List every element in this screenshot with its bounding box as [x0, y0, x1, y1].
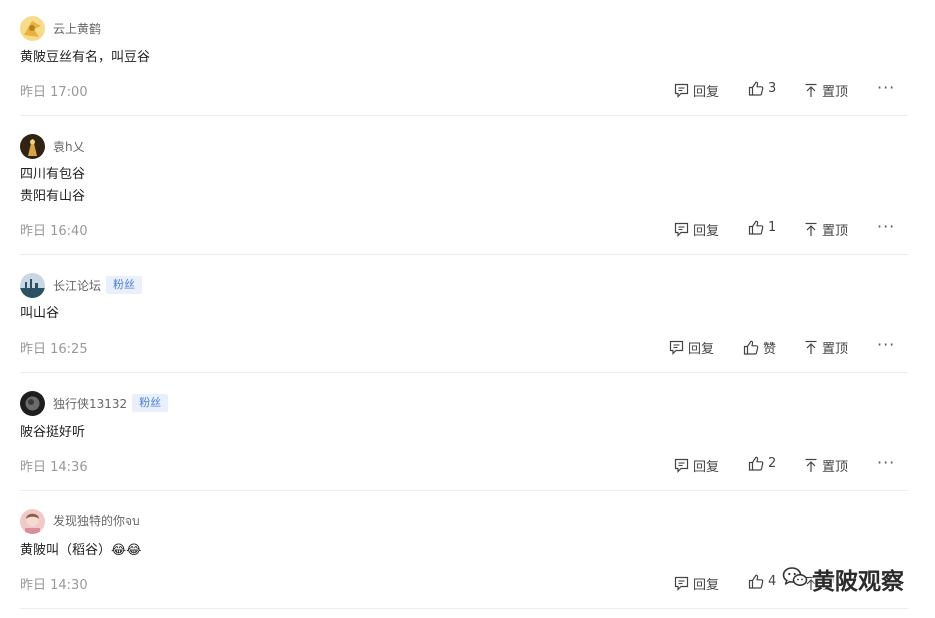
more-options-button[interactable]: ··· — [877, 337, 895, 353]
comment-text: 黄陂叫（稻谷）😂😂 — [20, 543, 142, 558]
more-options-button[interactable]: ··· — [877, 455, 895, 471]
comment-icon — [674, 222, 693, 237]
thumbs-up-icon — [748, 574, 768, 589]
like-button[interactable]: 赞 — [743, 338, 776, 357]
like-button[interactable]: 3 — [748, 81, 776, 96]
pin-label: 置顶 — [822, 460, 849, 475]
reply-label: 回复 — [693, 85, 720, 100]
pin-top-icon — [804, 458, 822, 473]
divider — [20, 372, 908, 373]
reply-button[interactable]: 回复 — [674, 574, 719, 593]
more-options-button[interactable]: ··· — [877, 219, 895, 235]
pin-button[interactable]: 置顶 — [804, 220, 848, 239]
pin-label: 置顶 — [822, 342, 849, 357]
reply-button[interactable]: 回复 — [674, 81, 719, 100]
avatar[interactable] — [20, 390, 45, 416]
username[interactable]: 云上黄鹤 — [53, 20, 101, 37]
avatar[interactable] — [20, 508, 45, 534]
comment-text: 黄陂豆丝有名，叫豆谷 — [20, 50, 151, 65]
more-options-button[interactable]: ··· — [877, 80, 895, 96]
thumbs-up-icon — [743, 340, 763, 355]
like-count: 3 — [768, 81, 777, 96]
username[interactable]: 独行侠13132 — [53, 395, 127, 412]
comment-header: 独行侠13132 粉丝 — [20, 390, 169, 416]
username[interactable]: 长江论坛 — [53, 277, 101, 294]
divider — [20, 608, 908, 609]
username[interactable]: 袁h乂 — [53, 138, 85, 155]
reply-button[interactable]: 回复 — [674, 456, 719, 475]
comment-time: 昨日 14:30 — [20, 578, 88, 593]
comment-time: 昨日 14:36 — [20, 460, 88, 475]
comment-header: 长江论坛 粉丝 — [20, 272, 143, 298]
comment-icon — [669, 340, 688, 355]
like-count: 1 — [768, 220, 777, 235]
reply-label: 回复 — [693, 460, 720, 475]
like-button[interactable]: 2 — [748, 456, 776, 471]
avatar[interactable] — [20, 15, 45, 41]
comment-icon — [674, 576, 693, 591]
like-button[interactable]: 1 — [748, 220, 776, 235]
username[interactable]: 发现独特的你จบ — [53, 512, 140, 531]
comment-icon — [674, 83, 693, 98]
pin-top-icon — [804, 222, 822, 237]
comment-time: 昨日 16:40 — [20, 224, 88, 239]
reply-label: 回复 — [693, 224, 720, 239]
reply-button[interactable]: 回复 — [669, 338, 714, 357]
like-button[interactable]: 4 — [748, 574, 776, 589]
pin-button[interactable]: 置顶 — [804, 338, 848, 357]
divider — [20, 254, 908, 255]
comment-text: 四川有包谷 — [20, 167, 86, 182]
avatar[interactable] — [20, 272, 45, 298]
like-count: 4 — [768, 574, 777, 589]
divider — [20, 490, 908, 491]
thumbs-up-icon — [748, 81, 768, 96]
pin-top-icon — [804, 340, 822, 355]
thumbs-up-icon — [748, 456, 768, 471]
like-label: 赞 — [763, 342, 777, 357]
comment-header: 袁h乂 — [20, 133, 85, 159]
comment-header: 云上黄鹤 — [20, 15, 101, 41]
comment-text: 贵阳有山谷 — [20, 189, 86, 204]
pin-button[interactable]: 置顶 — [804, 456, 848, 475]
avatar[interactable] — [20, 133, 45, 159]
fan-badge: 粉丝 — [132, 394, 169, 412]
reply-label: 回复 — [693, 578, 720, 593]
divider — [20, 115, 908, 116]
wechat-icon — [782, 566, 808, 592]
watermark-text: 黄陂观察 — [812, 568, 904, 595]
reply-label: 回复 — [688, 342, 715, 357]
comment-time: 昨日 17:00 — [20, 85, 88, 100]
comment-item: 独行侠13132 粉丝 陂谷挺好听 昨日 14:36 回复 2 置顶 ··· — [20, 390, 908, 490]
comment-time: 昨日 16:25 — [20, 342, 88, 357]
pin-top-icon — [804, 83, 822, 98]
comment-item: 发现独特的你จบ 黄陂叫（稻谷）😂😂 昨日 14:30 回复 4 置顶 ··· — [20, 508, 908, 608]
pin-label: 置顶 — [822, 85, 849, 100]
comment-item: 袁h乂 四川有包谷 贵阳有山谷 昨日 16:40 回复 1 置顶 ··· — [20, 133, 908, 253]
comment-item: 长江论坛 粉丝 叫山谷 昨日 16:25 回复 赞 置顶 ··· — [20, 272, 908, 372]
comment-icon — [674, 458, 693, 473]
pin-button[interactable]: 置顶 — [804, 81, 848, 100]
thumbs-up-icon — [748, 220, 768, 235]
like-count: 2 — [768, 456, 777, 471]
pin-label: 置顶 — [822, 224, 849, 239]
comment-item: 云上黄鹤 黄陂豆丝有名，叫豆谷 昨日 17:00 回复 3 置顶 ··· — [20, 15, 908, 115]
comment-text: 叫山谷 — [20, 306, 60, 321]
comment-text: 陂谷挺好听 — [20, 425, 86, 440]
comment-header: 发现独特的你จบ — [20, 508, 140, 534]
watermark: 黄陂观察 — [782, 562, 904, 596]
fan-badge: 粉丝 — [106, 276, 143, 294]
reply-button[interactable]: 回复 — [674, 220, 719, 239]
